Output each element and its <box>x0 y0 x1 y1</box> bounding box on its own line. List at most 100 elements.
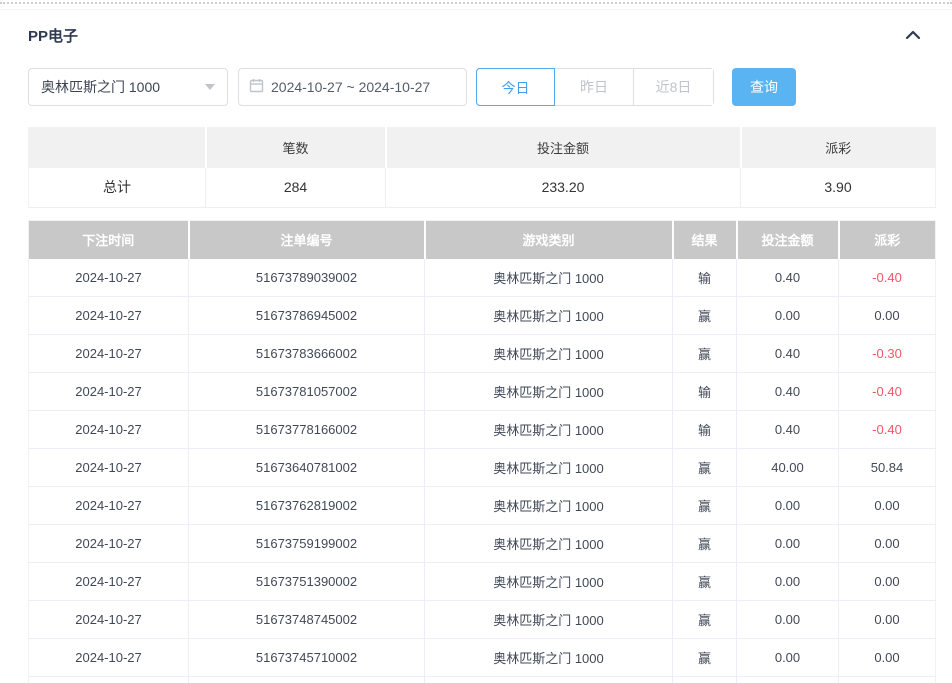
date-range-input[interactable]: 2024-10-27 ~ 2024-10-27 <box>238 68 467 106</box>
summary-header-bet-amount: 投注金额 <box>385 127 742 168</box>
cell-result: 输 <box>672 372 737 411</box>
cell-bet-id: 51673783666002 <box>188 334 425 373</box>
detail-header-row: 下注时间 注单编号 游戏类别 结果 投注金额 派彩 <box>28 220 936 259</box>
cell-payout: -0.40 <box>838 372 936 411</box>
cell-payout: 0.00 <box>838 524 936 563</box>
collapse-button[interactable] <box>905 28 921 43</box>
top-solid-divider <box>0 9 952 10</box>
cell-bet-time: 2024-10-27 <box>28 600 189 639</box>
cell-result: 赢 <box>672 600 737 639</box>
cell-bet-amount: 0.40 <box>736 372 839 411</box>
cell-bet-id: 51673778166002 <box>188 410 425 449</box>
yesterday-button[interactable]: 昨日 <box>555 69 634 105</box>
summary-header-row: 笔数 投注金额 派彩 <box>28 127 936 168</box>
cell-bet-amount: 0.00 <box>736 638 839 677</box>
cell-bet-id: 51673759199002 <box>188 524 425 563</box>
calendar-icon <box>249 78 271 96</box>
cell-payout: -0.40 <box>838 410 936 449</box>
summary-total-payout: 3.90 <box>740 167 936 208</box>
cell-bet-time: 2024-10-27 <box>28 524 189 563</box>
cell-game-type: 奥林匹斯之门 1000 <box>424 372 673 411</box>
filter-bar: 奥林匹斯之门 1000 2024-10-27 ~ 2024-10-27 今日 昨… <box>28 68 935 106</box>
table-row: 2024-10-27 51673789039002 奥林匹斯之门 1000 输 … <box>28 258 936 297</box>
today-button[interactable]: 今日 <box>476 68 555 106</box>
cell-game-type: 奥林匹斯之门 1000 <box>424 258 673 297</box>
cell-bet-time: 2024-10-27 <box>28 258 189 297</box>
cell-game-type: 奥林匹斯之门 1000 <box>424 638 673 677</box>
cell-payout: 0.00 <box>838 296 936 335</box>
cell-bet-amount: 0.00 <box>736 524 839 563</box>
detail-header-bet-time: 下注时间 <box>28 220 190 259</box>
last8days-button[interactable]: 近8日 <box>634 69 713 105</box>
cell-payout: 0.00 <box>838 638 936 677</box>
cell-game-type: 奥林匹斯之门 1000 <box>424 334 673 373</box>
game-select[interactable]: 奥林匹斯之门 1000 <box>28 68 228 106</box>
cell-bet-time: 2024-10-27 <box>28 334 189 373</box>
panel-header: PP电子 <box>28 26 935 45</box>
date-range-value: 2024-10-27 ~ 2024-10-27 <box>271 79 431 95</box>
cell-bet-amount: 40.00 <box>736 448 839 487</box>
cell-bet-amount: 0.00 <box>736 296 839 335</box>
cell-bet-amount: 0.40 <box>736 334 839 373</box>
cell-bet-id: 51673781057002 <box>188 372 425 411</box>
cell-bet-time: 2024-10-27 <box>28 372 189 411</box>
query-button[interactable]: 查询 <box>732 68 796 106</box>
summary-total-count: 284 <box>205 167 386 208</box>
detail-header-result: 结果 <box>672 220 738 259</box>
cell-bet-time: 2024-10-27 <box>28 410 189 449</box>
game-select-value: 奥林匹斯之门 1000 <box>41 79 161 95</box>
cell-result: 赢 <box>672 524 737 563</box>
cell-game-type: 奥林匹斯之门 1000 <box>424 486 673 525</box>
cell-bet-amount: 0.40 <box>736 258 839 297</box>
cell-bet-id: 51673745710002 <box>188 638 425 677</box>
table-row: 2024-10-27 51673778166002 奥林匹斯之门 1000 输 … <box>28 410 936 449</box>
cell-bet-time: 2024-10-27 <box>28 448 189 487</box>
cell-bet-id: 51673640781002 <box>188 448 425 487</box>
cell-game-type: 奥林匹斯之门 1000 <box>424 410 673 449</box>
detail-header-bet-id: 注单编号 <box>188 220 426 259</box>
cell-result: 赢 <box>672 334 737 373</box>
cell-game-type: 奥林匹斯之门 1000 <box>424 562 673 601</box>
detail-header-payout: 派彩 <box>838 220 936 259</box>
cell-result: 赢 <box>672 448 737 487</box>
cell-bet-amount: 0.40 <box>736 410 839 449</box>
cell-bet-amount: 0.00 <box>736 486 839 525</box>
summary-total-row: 总计 284 233.20 3.90 <box>28 167 936 208</box>
cell-bet-amount: 0.00 <box>736 600 839 639</box>
cell-game-type: 奥林匹斯之门 1000 <box>424 448 673 487</box>
cell-result: 输 <box>672 258 737 297</box>
cell-payout: -0.40 <box>838 258 936 297</box>
cell-bet-id: 51673748745002 <box>188 600 425 639</box>
table-row: 2024-10-27 51673783666002 奥林匹斯之门 1000 赢 … <box>28 334 936 373</box>
cell-bet-time: 2024-10-27 <box>28 562 189 601</box>
cell-payout: 0.00 <box>838 486 936 525</box>
summary-header-count: 笔数 <box>205 127 387 168</box>
summary-total-label: 总计 <box>28 167 206 208</box>
table-row: 2024-10-27 51673745710002 奥林匹斯之门 1000 赢 … <box>28 638 936 677</box>
table-row: 2024-10-27 51673759199002 奥林匹斯之门 1000 赢 … <box>28 524 936 563</box>
cell-bet-id: 51673762819002 <box>188 486 425 525</box>
cell-result: 赢 <box>672 638 737 677</box>
cell-bet-time: 2024-10-27 <box>28 296 189 335</box>
table-row-partial <box>28 676 936 683</box>
summary-table: 笔数 投注金额 派彩 总计 284 233.20 3.90 <box>28 127 936 208</box>
bet-records-table: 下注时间 注单编号 游戏类别 结果 投注金额 派彩 2024-10-27 516… <box>28 220 936 683</box>
table-row: 2024-10-27 51673762819002 奥林匹斯之门 1000 赢 … <box>28 486 936 525</box>
table-row: 2024-10-27 51673640781002 奥林匹斯之门 1000 赢 … <box>28 448 936 487</box>
caret-down-icon <box>205 84 215 90</box>
detail-header-game-type: 游戏类别 <box>424 220 674 259</box>
cell-payout: 0.00 <box>838 600 936 639</box>
table-row: 2024-10-27 51673786945002 奥林匹斯之门 1000 赢 … <box>28 296 936 335</box>
summary-header-empty <box>28 127 207 168</box>
cell-game-type: 奥林匹斯之门 1000 <box>424 296 673 335</box>
cell-bet-time: 2024-10-27 <box>28 486 189 525</box>
detail-header-bet-amount: 投注金额 <box>736 220 840 259</box>
summary-header-payout: 派彩 <box>740 127 936 168</box>
cell-payout: -0.30 <box>838 334 936 373</box>
pp-electronics-panel: PP电子 奥林匹斯之门 1000 2024-10-27 ~ 2024-10-27… <box>0 2 952 683</box>
cell-bet-id: 51673789039002 <box>188 258 425 297</box>
cell-bet-amount: 0.00 <box>736 562 839 601</box>
table-row: 2024-10-27 51673748745002 奥林匹斯之门 1000 赢 … <box>28 600 936 639</box>
page-title: PP电子 <box>28 27 79 45</box>
quick-range-group: 今日 昨日 近8日 <box>476 68 714 106</box>
